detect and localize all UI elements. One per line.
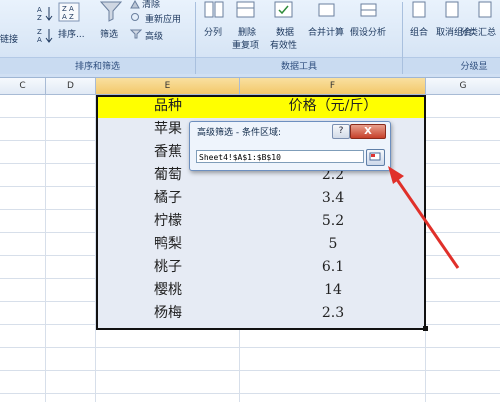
group-label-data-tools: 数据工具 xyxy=(280,62,317,72)
svg-text:A: A xyxy=(37,6,42,14)
data-validation-icon[interactable] xyxy=(274,0,294,20)
sort-descending-icon[interactable]: Z A xyxy=(37,27,55,43)
range-picker-button[interactable] xyxy=(366,149,385,166)
criteria-range-input[interactable]: Sheet4!$A$1:$B$10 xyxy=(196,150,364,163)
close-button[interactable]: X xyxy=(350,124,386,139)
grid-line xyxy=(45,95,46,402)
reapply-icon[interactable] xyxy=(130,12,140,22)
clear-icon[interactable] xyxy=(130,0,140,10)
column-header-e[interactable]: E xyxy=(96,78,240,95)
subtotal-button[interactable]: 分类汇总 xyxy=(460,25,500,38)
grid-line xyxy=(0,347,500,348)
sort-button[interactable]: 排序... xyxy=(58,27,85,40)
column-header-f[interactable]: F xyxy=(240,78,426,95)
reapply-button[interactable]: 重新应用 xyxy=(145,12,181,25)
remove-duplicates-label-2[interactable]: 重复项 xyxy=(232,38,259,51)
expand-dialog-icon xyxy=(369,152,381,161)
subtotal-icon[interactable] xyxy=(476,0,496,20)
data-validation-label-2[interactable]: 有效性 xyxy=(270,38,297,51)
column-header-c[interactable]: C xyxy=(0,78,46,95)
text-to-columns-button[interactable]: 分列 xyxy=(204,25,222,38)
text-to-columns-icon[interactable] xyxy=(204,0,224,20)
group-label-sort-filter: 排序和筛选 xyxy=(74,62,120,72)
group-icon[interactable] xyxy=(410,0,430,20)
what-if-analysis-button[interactable]: 假设分析 xyxy=(350,25,386,38)
data-validation-label-1[interactable]: 数据 xyxy=(276,25,294,38)
filter-icon[interactable] xyxy=(99,0,123,22)
grid-line xyxy=(0,370,500,371)
svg-text:Z: Z xyxy=(37,28,42,36)
group-button[interactable]: 组合 xyxy=(410,25,428,38)
svg-text:A Z: A Z xyxy=(62,13,74,21)
advanced-filter-dialog[interactable]: 高级筛选 - 条件区域: ? X Sheet4!$A$1:$B$10 xyxy=(189,121,391,171)
column-header-g[interactable]: G xyxy=(426,78,500,95)
advanced-filter-icon[interactable] xyxy=(130,29,142,39)
column-header-d[interactable]: D xyxy=(46,78,96,95)
consolidate-icon[interactable] xyxy=(318,2,336,18)
help-button[interactable]: ? xyxy=(332,124,350,139)
svg-text:A: A xyxy=(37,36,42,43)
svg-text:Z A: Z A xyxy=(62,5,74,13)
ribbon: 链接 A Z Z A A Z Z A 排序... 筛选 清除 重新应用 高级 排… xyxy=(0,0,500,78)
ribbon-separator xyxy=(402,2,403,74)
filter-button[interactable]: 筛选 xyxy=(100,27,118,40)
dialog-title: 高级筛选 - 条件区域: xyxy=(197,128,282,138)
fill-handle[interactable] xyxy=(423,326,428,331)
ungroup-icon[interactable] xyxy=(443,0,463,20)
sort-ascending-icon[interactable]: A Z xyxy=(37,5,55,21)
group-label-outline: 分级显 xyxy=(460,62,488,72)
grid-line xyxy=(0,393,500,394)
sort-dialog-icon[interactable]: Z A A Z xyxy=(58,2,82,24)
advanced-filter-button[interactable]: 高级 xyxy=(145,29,163,42)
clear-button[interactable]: 清除 xyxy=(142,0,160,10)
link-button[interactable]: 链接 xyxy=(0,32,18,45)
what-if-analysis-icon[interactable] xyxy=(360,2,378,18)
svg-text:Z: Z xyxy=(37,14,42,21)
remove-duplicates-icon[interactable] xyxy=(236,0,256,20)
remove-duplicates-label-1[interactable]: 删除 xyxy=(238,25,256,38)
consolidate-button[interactable]: 合并计算 xyxy=(308,25,344,38)
